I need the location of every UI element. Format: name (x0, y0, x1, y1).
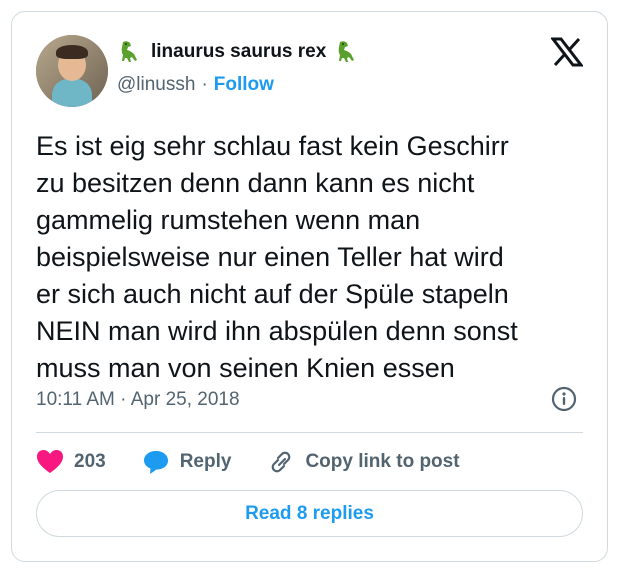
tweet-time: 10:11 AM (36, 389, 115, 410)
separator-dot: · (120, 389, 127, 410)
t-rex-icon (121, 41, 137, 62)
t-rex-icon (338, 41, 355, 62)
action-bar: 203 Reply Copy link to post (36, 449, 496, 475)
handle-row: @linussh · Follow (117, 74, 274, 96)
x-logo-icon[interactable] (551, 37, 583, 67)
like-count: 203 (74, 451, 106, 472)
reply-label: Reply (179, 451, 232, 472)
like-button[interactable]: 203 (36, 449, 106, 475)
tweet-date: Apr 25, 2018 (130, 389, 240, 410)
copy-link-button[interactable]: Copy link to post (267, 449, 460, 475)
user-handle[interactable]: @linussh (117, 74, 195, 95)
reply-button[interactable]: Reply (142, 449, 232, 475)
divider (36, 432, 583, 433)
separator-dot: · (201, 74, 208, 95)
tweet-text: Es ist eig sehr schlau fast kein Geschir… (36, 131, 518, 383)
avatar-hair (56, 45, 88, 59)
link-icon (272, 451, 291, 473)
info-icon[interactable] (551, 386, 577, 412)
avatar[interactable] (36, 35, 108, 107)
avatar-body (52, 79, 92, 107)
read-replies-button[interactable]: Read 8 replies (36, 490, 583, 537)
reply-bubble-icon (143, 451, 168, 474)
name-row: linaurus saurus rex (117, 39, 360, 65)
copy-link-label: Copy link to post (305, 451, 460, 472)
display-name[interactable]: linaurus saurus rex (151, 41, 326, 63)
tweet-timestamp[interactable]: 10:11 AM · Apr 25, 2018 (36, 389, 240, 411)
tweet-card: linaurus saurus rex @linussh · Follow Es i… (11, 11, 608, 562)
follow-button[interactable]: Follow (214, 74, 274, 95)
heart-icon (37, 450, 63, 473)
